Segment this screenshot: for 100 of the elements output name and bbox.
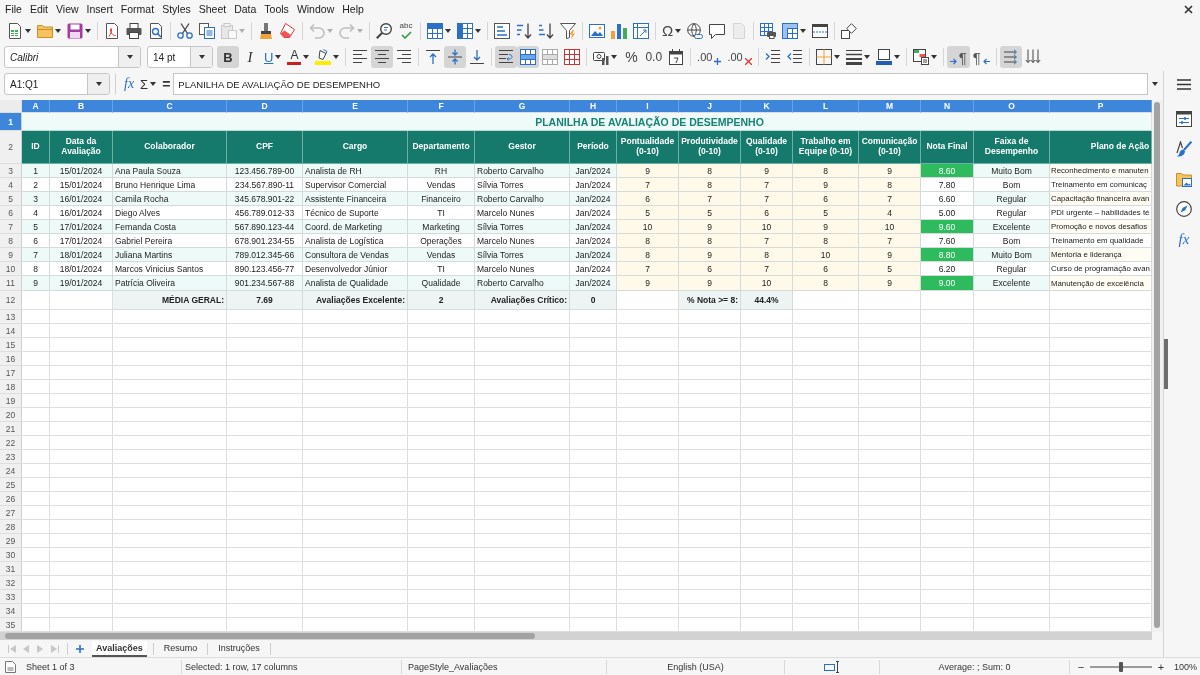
column-heading[interactable]: J [679,100,741,113]
row-heading[interactable]: 7 [0,220,22,234]
font-color-button[interactable]: A [284,46,313,68]
column-heading[interactable]: E [303,100,408,113]
formula-button[interactable]: = [159,73,174,95]
right-to-left-button[interactable]: ¶ [969,46,993,68]
scrollbar-thumb[interactable] [5,633,535,639]
menu-item[interactable]: File [1,2,26,16]
column-heading[interactable]: P [1050,100,1152,113]
navigator-button[interactable] [1173,198,1195,220]
column-heading[interactable]: B [50,100,113,113]
zoom-slider-thumb[interactable] [1119,661,1123,672]
row-heading[interactable]: 35 [0,618,22,632]
row-heading[interactable]: 12 [0,291,22,310]
row-heading[interactable]: 5 [0,192,22,206]
row-heading[interactable]: 21 [0,422,22,436]
menu-item[interactable]: Edit [25,2,52,16]
number-button[interactable]: 0.0 [642,46,666,68]
sheet-tab[interactable]: Resumo [159,640,202,657]
row-heading[interactable]: 23 [0,450,22,464]
column-heading[interactable]: O [974,100,1050,113]
row-heading[interactable]: 26 [0,492,22,506]
sidebar-resize-handle[interactable] [1164,339,1168,389]
bold-button[interactable]: B [217,46,239,68]
formula-input-field[interactable]: PLANILHA DE AVALIAÇÃO DE DESEMPENHO [173,73,1148,95]
underline-button[interactable]: U [261,46,285,68]
delete-decimal-button[interactable]: .00 [724,46,755,68]
row-heading[interactable]: 33 [0,590,22,604]
row-heading[interactable]: 9 [0,248,22,262]
row-heading[interactable]: 29 [0,534,22,548]
center-vertically-button[interactable] [444,46,467,68]
row-heading[interactable]: 15 [0,338,22,352]
menu-item[interactable]: Window [292,2,339,16]
dropdown-button[interactable] [118,47,140,67]
row-heading[interactable]: 1 [0,113,22,131]
row-heading[interactable]: 32 [0,576,22,590]
font-name-field[interactable]: Calibri [4,46,141,68]
column-heading[interactable]: G [475,100,570,113]
dropdown-button[interactable] [87,74,109,94]
column-heading[interactable]: K [741,100,793,113]
function-wizard-button[interactable]: fx [121,73,138,95]
column-heading[interactable]: A [22,100,50,113]
row-heading[interactable]: 27 [0,506,22,520]
menu-item[interactable]: Help [338,2,368,16]
left-to-right-button[interactable]: ¶ [946,46,970,68]
row-heading[interactable]: 3 [0,164,22,178]
row-heading[interactable]: 2 [0,131,22,164]
column-heading[interactable]: M [859,100,921,113]
row-heading[interactable]: 13 [0,310,22,324]
row-heading[interactable]: 34 [0,604,22,618]
sheet-tab[interactable]: Instruções [214,640,264,657]
row-heading[interactable]: 22 [0,436,22,450]
functions-button[interactable]: fx [1173,228,1195,250]
menu-item[interactable]: Insert [82,2,117,16]
wrap-text-button[interactable] [495,46,518,68]
row-heading[interactable]: 30 [0,548,22,562]
row-heading[interactable]: 6 [0,206,22,220]
spelling-button[interactable]: abc [395,19,417,42]
name-box[interactable]: A1:Q1 [4,73,110,95]
zoom-out-button[interactable]: − [1076,660,1086,673]
row-heading[interactable]: 25 [0,478,22,492]
column-heading[interactable]: D [227,100,303,113]
text-direction-button[interactable] [999,46,1022,68]
merge-and-center-button[interactable] [517,46,540,68]
row-heading[interactable]: 11 [0,276,22,291]
sum-button[interactable]: Σ [137,73,160,95]
italic-button[interactable]: I [239,46,261,68]
row-heading[interactable]: 14 [0,324,22,338]
row-heading[interactable]: 17 [0,366,22,380]
font-size-field[interactable]: 14 pt [147,46,213,68]
row-heading[interactable]: 31 [0,562,22,576]
dropdown-button[interactable] [190,47,212,67]
menu-item[interactable]: Tools [260,2,293,16]
vertical-scrollbar[interactable] [1152,100,1163,632]
row-heading[interactable]: 28 [0,520,22,534]
column-heading[interactable]: N [921,100,974,113]
menu-item[interactable]: View [52,2,83,16]
horizontal-scrollbar[interactable] [0,632,1152,640]
row-heading[interactable]: 20 [0,408,22,422]
percent-button[interactable]: % [620,46,643,68]
column-heading[interactable]: L [793,100,859,113]
column-heading[interactable]: C [113,100,227,113]
menu-item[interactable]: Format [116,2,159,16]
align-center-button[interactable] [371,46,394,68]
row-heading[interactable]: 24 [0,464,22,478]
column-heading[interactable]: H [570,100,617,113]
row-heading[interactable]: 8 [0,234,22,248]
row-heading[interactable]: 16 [0,352,22,366]
add-decimal-button[interactable]: .00 [694,46,725,68]
row-heading[interactable]: 4 [0,178,22,192]
column-heading[interactable]: I [617,100,679,113]
zoom-in-button[interactable]: + [1156,660,1166,673]
row-heading[interactable]: 19 [0,394,22,408]
row-heading[interactable]: 10 [0,262,22,276]
properties-button[interactable] [1173,108,1195,130]
menu-item[interactable]: Data [230,2,261,16]
row-heading[interactable]: 18 [0,380,22,394]
menu-item[interactable]: Sheet [194,2,231,16]
column-heading[interactable]: F [408,100,475,113]
scrollbar-thumb[interactable] [1154,102,1160,628]
